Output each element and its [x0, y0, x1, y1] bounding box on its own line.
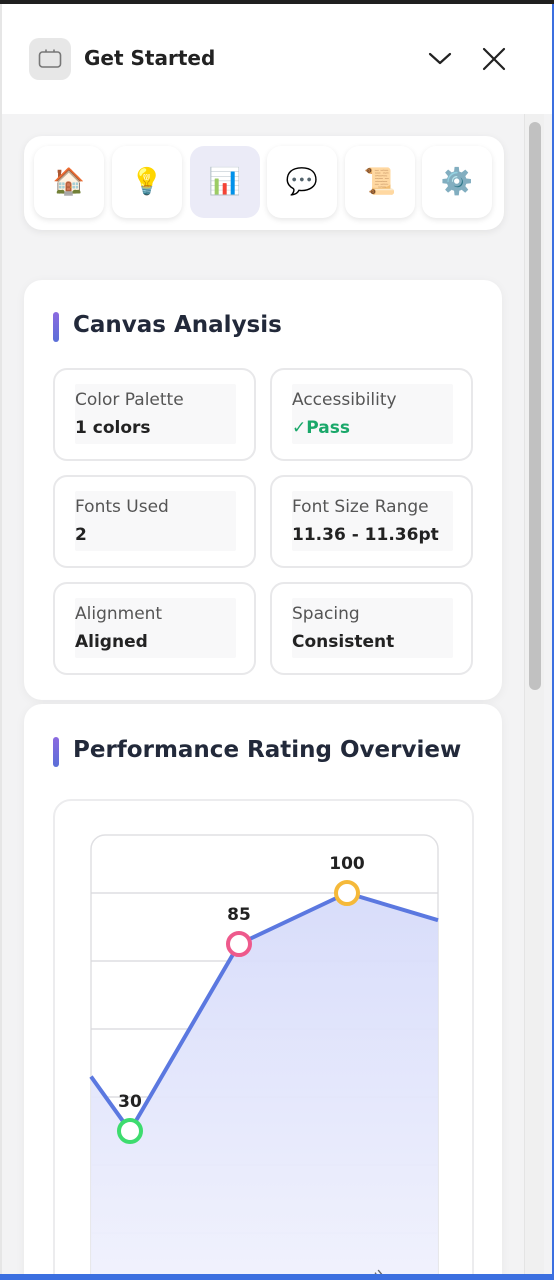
stat-label: Alignment — [75, 604, 163, 624]
analysis-tab[interactable]: 📊 — [190, 146, 260, 218]
title-accent-bar — [53, 312, 59, 342]
window-icon — [29, 38, 71, 80]
stat-value: Aligned — [75, 632, 148, 652]
house-icon: 🏠 — [52, 167, 86, 197]
lightbulb-icon: 💡 — [130, 167, 164, 197]
data-label: 30 — [118, 1092, 142, 1112]
data-label: 85 — [227, 905, 251, 925]
stat-label: Font Size Range — [292, 497, 429, 517]
stat-label: Accessibility — [292, 390, 397, 410]
feedback-tab[interactable]: 💬 — [267, 146, 337, 218]
speech-bubble-icon: 💬 — [285, 167, 319, 197]
stat-fonts-used: Fonts Used 2 — [53, 475, 256, 568]
panel-header: Get Started — [2, 4, 552, 114]
history-tab[interactable]: 📜 — [345, 146, 415, 218]
close-button[interactable] — [477, 42, 511, 76]
data-point — [117, 1118, 143, 1144]
chevron-down-icon — [428, 52, 452, 65]
bar-chart-icon: 📊 — [208, 167, 242, 197]
performance-chart: 3085100ImagesLayoutAccessibil — [89, 834, 439, 1274]
data-label: 100 — [329, 854, 365, 874]
stat-font-size-range: Font Size Range 11.36 - 11.36pt — [270, 475, 473, 568]
stat-value-pass: ✓Pass — [292, 418, 350, 438]
feature-toolbar: 🏠 💡 📊 💬 📜 ⚙️ — [24, 136, 504, 230]
stat-label: Color Palette — [75, 390, 184, 410]
gear-icon: ⚙️ — [440, 167, 474, 197]
stat-value: 11.36 - 11.36pt — [292, 525, 439, 545]
performance-title: Performance Rating Overview — [73, 737, 462, 763]
tips-tab[interactable]: 💡 — [112, 146, 182, 218]
settings-tab[interactable]: ⚙️ — [422, 146, 492, 218]
stat-value: 2 — [75, 525, 87, 545]
scrollbar-thumb[interactable] — [529, 122, 541, 690]
performance-chart-container: 3085100ImagesLayoutAccessibil — [53, 799, 474, 1274]
stat-spacing: Spacing Consistent — [270, 582, 473, 675]
stat-alignment: Alignment Aligned — [53, 582, 256, 675]
stat-value: 1 colors — [75, 418, 151, 438]
canvas-analysis-card: Canvas Analysis Color Palette 1 colors A… — [24, 280, 502, 700]
stat-label: Spacing — [292, 604, 360, 624]
window-bottom-edge — [0, 1274, 554, 1280]
canvas-analysis-title: Canvas Analysis — [73, 312, 282, 338]
collapse-button[interactable] — [423, 42, 457, 76]
panel-title: Get Started — [84, 46, 216, 70]
stat-accessibility: Accessibility ✓Pass — [270, 368, 473, 461]
data-point — [334, 880, 360, 906]
data-point — [226, 931, 252, 957]
scroll-icon: 📜 — [363, 167, 397, 197]
close-icon — [482, 47, 506, 71]
stat-color-palette: Color Palette 1 colors — [53, 368, 256, 461]
stat-label: Fonts Used — [75, 497, 169, 517]
title-accent-bar — [53, 737, 59, 767]
home-tab[interactable]: 🏠 — [34, 146, 104, 218]
performance-card: Performance Rating Overview 3085100Image… — [24, 704, 502, 1274]
panel-content: 🏠 💡 📊 💬 📜 ⚙️ Canvas Analysis Color Palet… — [2, 114, 552, 1274]
stat-value: Consistent — [292, 632, 395, 652]
get-started-panel: Get Started 🏠 💡 📊 💬 📜 ⚙️ Canvas Analysis… — [0, 4, 552, 1274]
